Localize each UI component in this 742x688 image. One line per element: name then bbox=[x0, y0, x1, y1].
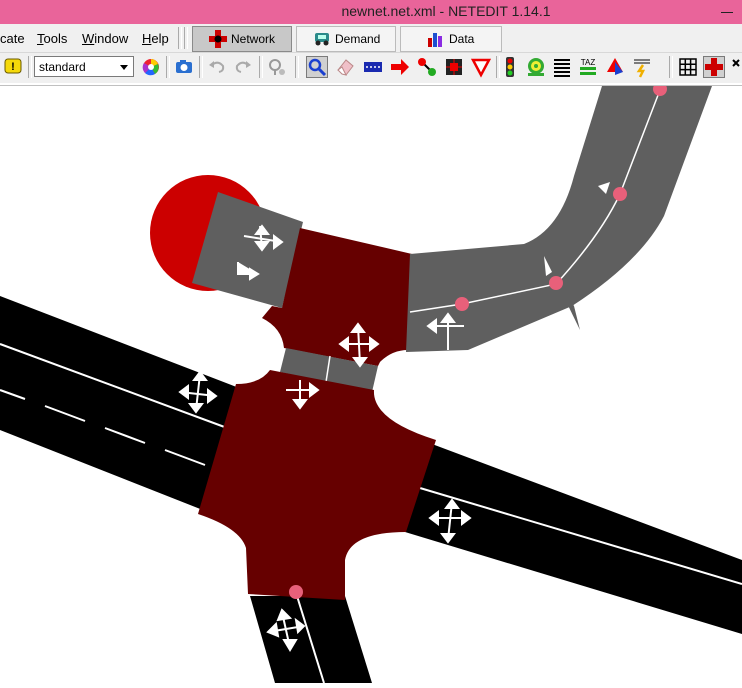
connection-mode-button[interactable] bbox=[443, 56, 465, 78]
wire-mode-button[interactable] bbox=[631, 56, 653, 78]
network-icon bbox=[209, 30, 227, 48]
menu-help[interactable]: Help bbox=[142, 31, 169, 46]
taz-mode-button[interactable]: TAZ bbox=[577, 56, 599, 78]
additional-icon bbox=[528, 58, 544, 76]
grid-toggle-button[interactable] bbox=[677, 56, 699, 78]
supermode-data-label: Data bbox=[449, 32, 475, 46]
move-icon bbox=[391, 59, 409, 75]
supermode-network-label: Network bbox=[231, 32, 276, 46]
locate-button[interactable] bbox=[266, 56, 288, 78]
menu-separator bbox=[184, 27, 188, 49]
network-view[interactable] bbox=[0, 82, 742, 684]
junction-shape-icon bbox=[705, 58, 723, 76]
undo-icon bbox=[209, 61, 225, 73]
supermode-data-button[interactable]: Data bbox=[400, 26, 502, 52]
shape-icon bbox=[607, 58, 623, 75]
wire-icon bbox=[634, 59, 650, 78]
toolbar-separator bbox=[295, 56, 299, 78]
chevron-down-icon bbox=[120, 65, 128, 70]
edge-northeast[interactable] bbox=[406, 86, 712, 352]
select-icon bbox=[364, 62, 382, 72]
menu-separator bbox=[178, 27, 182, 49]
connection-icon bbox=[446, 59, 462, 75]
color-wheel-icon bbox=[142, 59, 159, 76]
color-scheme-select[interactable]: standard bbox=[34, 56, 134, 77]
help-button[interactable]: ! bbox=[2, 56, 24, 78]
delete-icon bbox=[337, 59, 354, 76]
locate-icon bbox=[269, 59, 285, 75]
taz-label: TAZ bbox=[581, 58, 596, 67]
toolbar-separator bbox=[28, 56, 32, 78]
crossing-mode-button[interactable] bbox=[551, 56, 573, 78]
toolbar: ! standard TAZ bbox=[0, 53, 742, 83]
move-mode-button[interactable] bbox=[389, 56, 411, 78]
additional-mode-button[interactable] bbox=[525, 56, 547, 78]
undo-button[interactable] bbox=[206, 56, 228, 78]
minimize-button[interactable] bbox=[718, 3, 736, 19]
screenshot-icon bbox=[176, 60, 192, 73]
menu-locate[interactable]: cate bbox=[0, 31, 25, 46]
junction-shape-toggle-button[interactable] bbox=[703, 56, 725, 78]
supermode-demand-button[interactable]: Demand bbox=[296, 26, 396, 52]
edge-main-road-east[interactable] bbox=[405, 444, 742, 634]
delete-mode-button[interactable] bbox=[334, 56, 356, 78]
extra-toggle-button[interactable] bbox=[729, 56, 742, 78]
traffic-light-mode-button[interactable] bbox=[499, 56, 521, 78]
prohibition-icon bbox=[470, 58, 492, 78]
inspect-icon bbox=[308, 58, 327, 77]
screenshot-button[interactable] bbox=[173, 56, 195, 78]
prohibition-mode-button[interactable] bbox=[470, 56, 492, 78]
window-title: newnet.net.xml - NETEDIT 1.14.1 bbox=[341, 3, 551, 19]
supermode-network-button[interactable]: Network bbox=[192, 26, 292, 52]
help-icon: ! bbox=[4, 58, 22, 74]
shape-mode-button[interactable] bbox=[604, 56, 626, 78]
menu-tools[interactable]: Tools bbox=[37, 31, 67, 46]
select-mode-button[interactable] bbox=[362, 56, 384, 78]
redo-button[interactable] bbox=[232, 56, 254, 78]
create-edge-icon bbox=[418, 58, 436, 76]
title-bar: newnet.net.xml - NETEDIT 1.14.1 bbox=[0, 0, 742, 24]
create-edge-mode-button[interactable] bbox=[416, 56, 438, 78]
geometry-point[interactable] bbox=[455, 297, 469, 311]
svg-text:!: ! bbox=[11, 61, 15, 73]
taz-icon: TAZ bbox=[580, 58, 596, 75]
crossing-icon bbox=[554, 59, 570, 77]
network-canvas[interactable] bbox=[0, 82, 742, 684]
demand-icon bbox=[315, 33, 329, 46]
redo-icon bbox=[235, 61, 251, 73]
menu-bar: cate Tools Window Help Network Demand Da… bbox=[0, 24, 742, 53]
geometry-point[interactable] bbox=[289, 585, 303, 599]
traffic-light-icon bbox=[506, 57, 514, 77]
color-scheme-value: standard bbox=[39, 60, 86, 74]
toolbar-separator bbox=[199, 56, 203, 78]
inspect-mode-button[interactable] bbox=[306, 56, 328, 78]
geometry-point[interactable] bbox=[613, 187, 627, 201]
menu-window[interactable]: Window bbox=[82, 31, 128, 46]
color-wheel-button[interactable] bbox=[140, 56, 162, 78]
toolbar-separator bbox=[259, 56, 263, 78]
toggle-icon bbox=[732, 59, 740, 67]
toolbar-separator bbox=[669, 56, 673, 78]
junction-lower[interactable] bbox=[198, 370, 436, 600]
supermode-demand-label: Demand bbox=[335, 32, 381, 46]
grid-icon bbox=[679, 58, 697, 76]
geometry-point[interactable] bbox=[549, 276, 563, 290]
data-icon bbox=[428, 33, 442, 47]
toolbar-separator bbox=[166, 56, 170, 78]
